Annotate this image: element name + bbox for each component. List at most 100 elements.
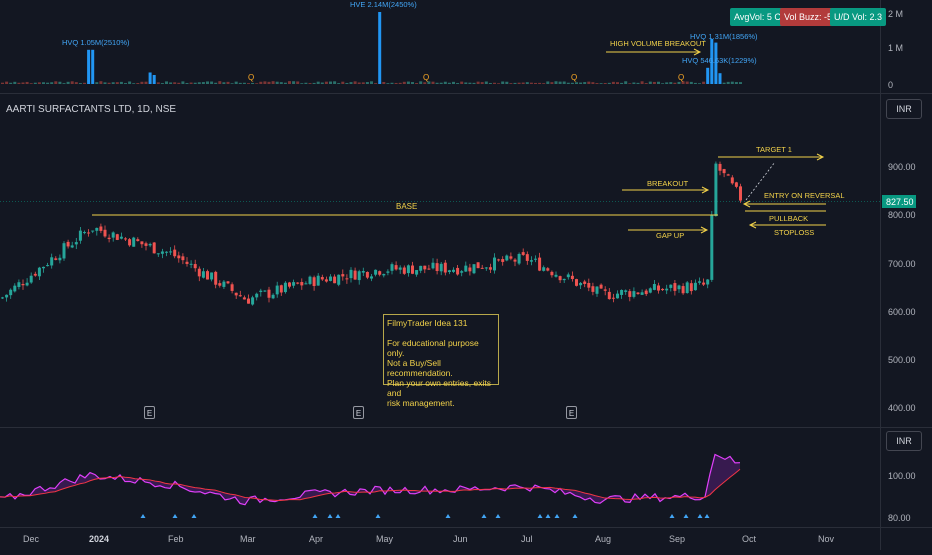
candle-body	[726, 174, 730, 176]
candle-body	[435, 263, 439, 271]
volume-bar	[431, 81, 435, 84]
volume-bar	[657, 81, 660, 84]
signal-triangle-icon	[191, 514, 197, 518]
candle-body	[357, 271, 361, 281]
volume-bar	[665, 82, 669, 84]
candle-body	[415, 270, 419, 275]
candle-body	[439, 263, 443, 272]
candle-body	[329, 276, 332, 281]
volume-bar	[25, 81, 29, 84]
candle-body	[480, 267, 484, 269]
candle-body	[652, 283, 656, 290]
candle-body	[83, 232, 86, 234]
volume-bar	[558, 81, 562, 84]
candle-body	[54, 258, 58, 260]
volume-bar	[693, 82, 697, 84]
candle-body	[394, 265, 398, 270]
earnings-marker[interactable]: E	[566, 406, 577, 419]
candle-body	[50, 257, 54, 266]
candle-body	[554, 274, 558, 277]
earnings-marker[interactable]: E	[144, 406, 155, 419]
candle-body	[673, 283, 677, 291]
volume-bar	[419, 81, 423, 84]
indicator-currency-button[interactable]: INR	[886, 431, 922, 451]
candle-body	[74, 242, 78, 245]
candle-body	[566, 274, 570, 278]
candle-body	[189, 263, 193, 265]
candle-body	[636, 292, 640, 295]
volume-bar	[140, 81, 144, 84]
currency-button[interactable]: INR	[886, 99, 922, 119]
volume-bar	[74, 82, 78, 84]
candle-body	[525, 254, 529, 261]
chart-canvas: 2 M 1 M 0 HVQ 1.05M(2510%) HVE 2.14M(245…	[0, 0, 932, 550]
volume-bar	[206, 81, 209, 84]
volume-bar	[447, 82, 451, 84]
note-line: Plan your own entries, exits and	[387, 378, 491, 398]
price-tick-400: 400.00	[888, 403, 916, 413]
candle-body	[181, 256, 185, 261]
indicator-fill	[0, 454, 740, 505]
volume-bar	[488, 82, 492, 84]
candle-body	[70, 245, 74, 248]
candle-body	[337, 274, 341, 285]
candle-body	[398, 267, 402, 270]
volume-bar	[702, 81, 706, 84]
volume-bar	[33, 82, 37, 84]
volume-bar	[398, 82, 402, 84]
candle-body	[1, 297, 4, 299]
volume-bar	[378, 12, 382, 84]
volume-bar	[54, 81, 58, 84]
volume-bar	[288, 81, 291, 84]
candle-body	[242, 297, 246, 300]
volume-bar	[46, 82, 50, 84]
candle-body	[665, 288, 669, 291]
candle-body	[5, 294, 9, 298]
quarter-marker: Q	[678, 73, 684, 82]
volume-bar	[5, 81, 9, 84]
volume-bar	[365, 82, 369, 84]
candle-body	[657, 285, 660, 291]
entry-label: ENTRY ON REVERSAL	[764, 191, 845, 200]
volume-bar	[673, 82, 677, 84]
x-label-jun: Jun	[453, 534, 468, 544]
candle-body	[648, 288, 652, 293]
candle-body	[165, 251, 168, 253]
candle-body	[443, 262, 447, 273]
volume-bar	[267, 81, 271, 84]
hve-apr-label: HVE 2.14M(2450%)	[350, 0, 417, 9]
volume-bar	[624, 81, 628, 84]
candle-body	[595, 286, 599, 294]
volume-bar	[636, 82, 640, 84]
candle-body	[468, 267, 472, 272]
candle-body	[464, 265, 468, 272]
volume-bar	[554, 81, 558, 84]
volume-bar	[210, 81, 214, 84]
volume-bar	[95, 82, 99, 84]
signal-triangle-icon	[172, 514, 178, 518]
note-line: Not a Buy/Sell recommendation.	[387, 358, 453, 378]
signal-triangle-icon	[335, 514, 341, 518]
volume-bar	[320, 82, 324, 84]
breakout-label: BREAKOUT	[647, 179, 689, 188]
volume-bar	[62, 83, 66, 84]
earnings-marker[interactable]: E	[353, 406, 364, 419]
candle-body	[452, 269, 455, 272]
candle-body	[505, 255, 509, 261]
volume-bar	[99, 81, 103, 84]
candle-body	[419, 265, 423, 271]
candle-body	[685, 282, 689, 293]
candlesticks	[1, 161, 742, 306]
candle-body	[431, 262, 435, 269]
volume-bar	[525, 82, 529, 84]
x-label-aug: Aug	[595, 534, 611, 544]
indicator-signal-line	[0, 468, 741, 502]
volume-bar	[534, 82, 537, 84]
candle-body	[382, 274, 386, 276]
x-label-2024: 2024	[89, 534, 109, 544]
volume-bar	[345, 82, 349, 84]
note-line: For educational purpose only.	[387, 338, 479, 358]
volume-bar	[214, 82, 218, 84]
candle-body	[271, 294, 275, 299]
volume-bar	[529, 82, 533, 84]
